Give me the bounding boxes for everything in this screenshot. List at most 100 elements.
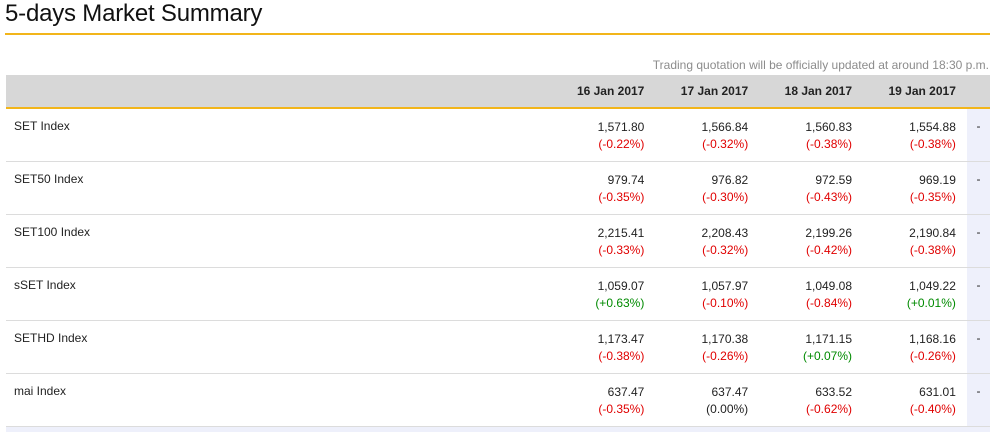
percent-change: (+0.07%): [803, 348, 853, 363]
index-name[interactable]: SETHD Index: [6, 320, 552, 373]
index-value: 1,057.97: [701, 278, 749, 293]
index-value: 972.59: [815, 172, 853, 187]
extra-column-marker: -: [966, 108, 990, 161]
day-value-cell: 1,560.83 (-0.38%): [759, 108, 863, 161]
table-row: mai Index 637.47 (-0.35%) 637.47 (0.00%) 633.…: [6, 373, 990, 426]
day-value-cell: 1,168.16 (-0.26%): [863, 320, 967, 373]
percent-change: (-0.10%): [702, 295, 749, 310]
day-value-cell: 637.47 (-0.35%): [552, 373, 656, 426]
title-divider: [5, 33, 990, 35]
table-row: SET Index 1,571.80 (-0.22%) 1,566.84 (-0.32%…: [6, 108, 990, 161]
day-value-cell: 1,170.38 (-0.26%): [655, 320, 759, 373]
percent-change: (-0.35%): [909, 189, 956, 204]
day-value-cell: 1,049.08 (-0.84%): [759, 267, 863, 320]
day-value-cell: 1,571.80 (-0.22%): [552, 108, 656, 161]
table-row: sSET Index 1,059.07 (+0.63%) 1,057.97 (-0.10…: [6, 267, 990, 320]
percent-change: (+0.63%): [595, 295, 645, 310]
index-value: 637.47: [711, 384, 749, 399]
header-date: 19 Jan 2017: [863, 75, 967, 109]
day-value-cell: 631.01 (-0.40%): [863, 373, 967, 426]
index-value: 2,208.43: [701, 225, 749, 240]
percent-change: (-0.32%): [702, 137, 749, 151]
extra-column-marker: -: [966, 214, 990, 267]
extra-column-marker: -: [966, 320, 990, 373]
day-value-cell: 979.74 (-0.35%): [552, 161, 656, 214]
percent-change: (-0.38%): [598, 348, 645, 363]
percent-change: (-0.33%): [598, 242, 645, 257]
extra-column-marker: -: [966, 161, 990, 214]
percent-change: (-0.84%): [806, 295, 853, 310]
day-value-cell: 1,566.84 (-0.32%): [655, 108, 759, 161]
index-value: 979.74: [607, 172, 645, 187]
market-summary-table: 16 Jan 2017 17 Jan 2017 18 Jan 2017 19 J…: [6, 75, 990, 427]
index-value: 2,199.26: [805, 225, 853, 240]
index-name[interactable]: SET Index: [6, 108, 552, 161]
percent-change: (-0.62%): [806, 401, 853, 416]
percent-change: (0.00%): [706, 401, 749, 416]
percent-change: (-0.32%): [702, 242, 749, 257]
day-value-cell: 1,554.88 (-0.38%): [863, 108, 967, 161]
index-value: 1,560.83: [805, 120, 853, 134]
percent-change: (-0.43%): [806, 189, 853, 204]
index-value: 1,554.88: [909, 120, 956, 134]
header-index-name: [6, 75, 552, 109]
index-value: 976.82: [711, 172, 749, 187]
day-value-cell: 2,199.26 (-0.42%): [759, 214, 863, 267]
table-row: SETHD Index 1,173.47 (-0.38%) 1,170.38 (-0.2…: [6, 320, 990, 373]
table-row: SET50 Index 979.74 (-0.35%) 976.82 (-0.30%) 9…: [6, 161, 990, 214]
percent-change: (-0.22%): [598, 137, 645, 151]
day-value-cell: 2,208.43 (-0.32%): [655, 214, 759, 267]
extra-column-marker: -: [966, 267, 990, 320]
index-value: 1,171.15: [805, 331, 853, 346]
header-date: 16 Jan 2017: [551, 75, 656, 109]
index-value: 1,049.22: [909, 278, 956, 293]
day-value-cell: 972.59 (-0.43%): [759, 161, 863, 214]
extra-column-marker: -: [966, 373, 990, 426]
percent-change: (-0.35%): [598, 189, 645, 204]
day-value-cell: 1,059.07 (+0.63%): [552, 267, 656, 320]
index-value: 1,566.84: [701, 120, 749, 134]
index-value: 1,170.38: [701, 331, 749, 346]
percent-change: (-0.26%): [909, 348, 956, 363]
percent-change: (-0.38%): [909, 137, 956, 151]
table-header-row: 16 Jan 2017 17 Jan 2017 18 Jan 2017 19 J…: [6, 75, 990, 109]
index-name[interactable]: sSET Index: [6, 267, 552, 320]
day-value-cell: 1,057.97 (-0.10%): [655, 267, 759, 320]
header-date: 17 Jan 2017: [655, 75, 760, 109]
index-value: 2,215.41: [597, 225, 645, 240]
index-name[interactable]: mai Index: [6, 373, 552, 426]
update-note: Trading quotation will be officially upd…: [652, 58, 989, 72]
index-name[interactable]: SET50 Index: [6, 161, 552, 214]
day-value-cell: 633.52 (-0.62%): [759, 373, 863, 426]
percent-change: (+0.01%): [906, 295, 956, 310]
index-value: 637.47: [607, 384, 645, 399]
day-value-cell: 2,190.84 (-0.38%): [863, 214, 967, 267]
page-title: 5-days Market Summary: [5, 0, 263, 27]
percent-change: (-0.30%): [702, 189, 749, 204]
percent-change: (-0.38%): [806, 137, 853, 151]
day-value-cell: 2,215.41 (-0.33%): [552, 214, 656, 267]
index-value: 633.52: [815, 384, 853, 399]
header-date: 18 Jan 2017: [759, 75, 864, 109]
percent-change: (-0.42%): [806, 242, 853, 257]
index-value: 1,168.16: [909, 331, 956, 346]
percent-change: (-0.38%): [909, 242, 956, 257]
day-value-cell: 1,049.22 (+0.01%): [863, 267, 967, 320]
day-value-cell: 976.82 (-0.30%): [655, 161, 759, 214]
index-name[interactable]: SET100 Index: [6, 214, 552, 267]
percent-change: (-0.40%): [909, 401, 956, 416]
index-value: 1,173.47: [597, 331, 645, 346]
index-value: 631.01: [919, 384, 956, 399]
index-value: 2,190.84: [909, 225, 956, 240]
day-value-cell: 969.19 (-0.35%): [863, 161, 967, 214]
index-value: 1,059.07: [597, 278, 645, 293]
index-value: 969.19: [919, 172, 956, 187]
index-value: 1,049.08: [805, 278, 853, 293]
percent-change: (-0.35%): [598, 401, 645, 416]
table-row: SET100 Index 2,215.41 (-0.33%) 2,208.43 (-0.…: [6, 214, 990, 267]
index-value: 1,571.80: [597, 120, 645, 134]
day-value-cell: 1,173.47 (-0.38%): [552, 320, 656, 373]
day-value-cell: 1,171.15 (+0.07%): [759, 320, 863, 373]
header-extra: [966, 75, 990, 109]
percent-change: (-0.26%): [702, 348, 749, 363]
